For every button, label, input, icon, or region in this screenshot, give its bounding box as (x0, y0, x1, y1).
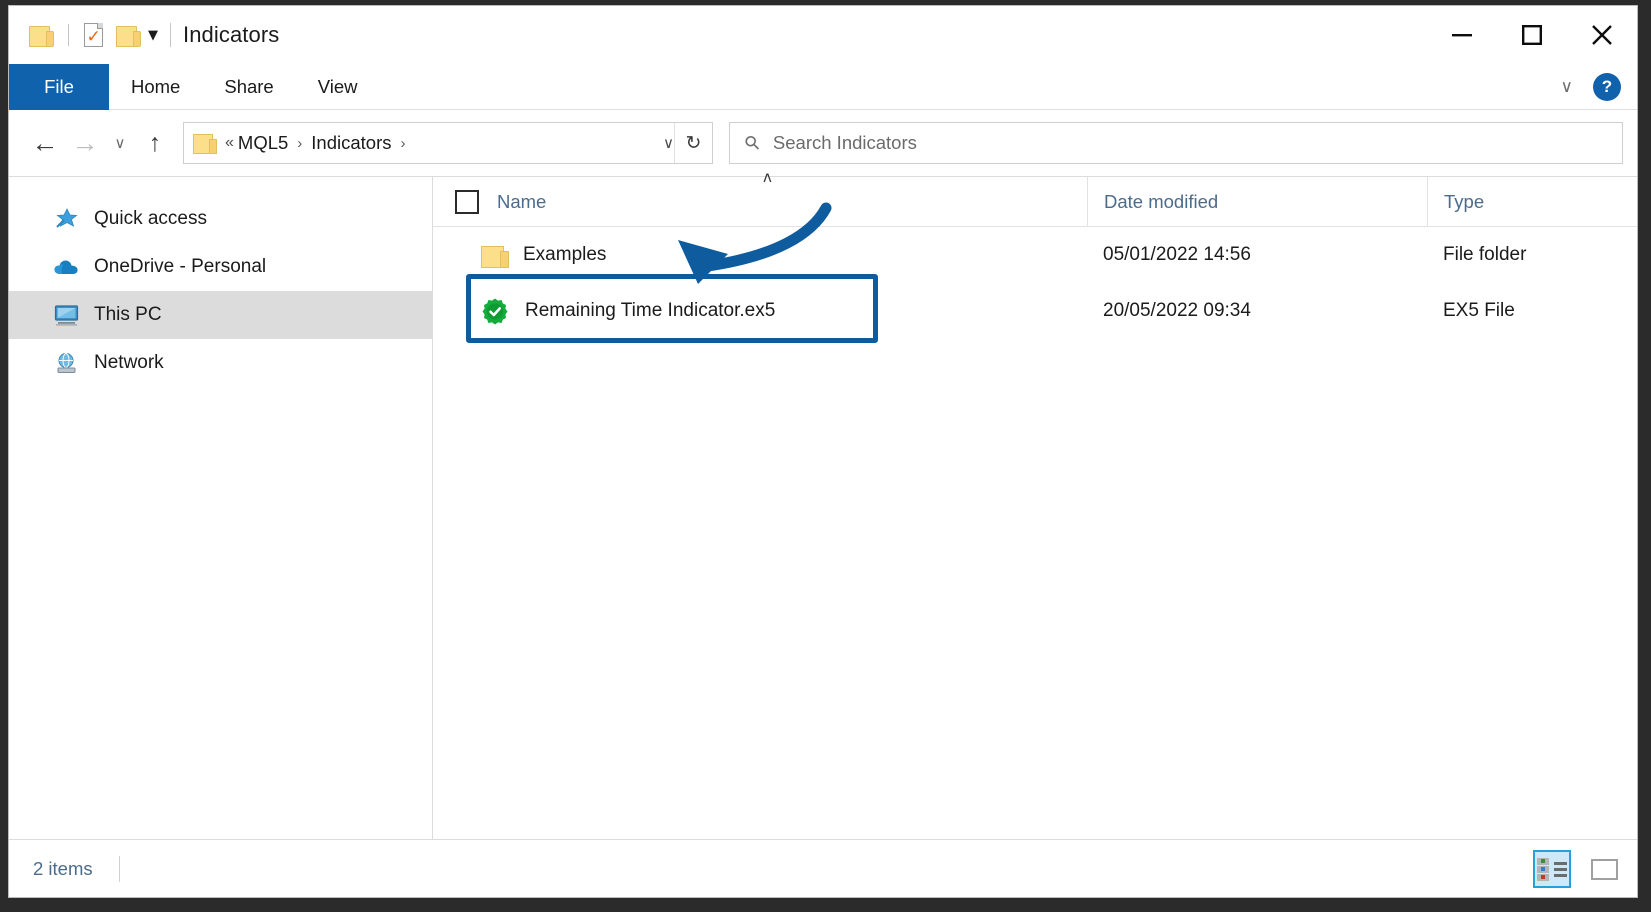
view-toggle-buttons (1533, 840, 1623, 898)
ex5-gear-check-icon (481, 297, 509, 325)
breadcrumb-dropdown-icon[interactable]: ∨ (663, 123, 674, 163)
column-header-type[interactable]: Type (1427, 177, 1637, 227)
file-rows: Examples 05/01/2022 14:56 File folder (433, 227, 1637, 839)
back-button[interactable]: ← (25, 123, 65, 163)
pin-icon (53, 207, 79, 231)
breadcrumb[interactable]: « MQL5 › Indicators › ∨ ↻ (183, 122, 713, 164)
file-list-pane: Name ʌ Date modified Type Examples (433, 177, 1637, 839)
title-bar: ✓ ▼ Indicators (9, 6, 1637, 64)
sidebar-item-label: Quick access (94, 208, 207, 230)
screenshot-root: ✓ ▼ Indicators (0, 0, 1651, 912)
folder-icon (481, 244, 507, 266)
maximize-button[interactable] (1497, 6, 1567, 64)
tab-file[interactable]: File (9, 64, 109, 110)
properties-icon[interactable]: ✓ (78, 18, 108, 52)
sidebar-item-this-pc[interactable]: This PC (9, 291, 432, 339)
breadcrumb-ellipsis[interactable]: « (225, 134, 238, 152)
window-title: Indicators (183, 22, 279, 48)
breadcrumb-item-mql5[interactable]: MQL5 (238, 132, 288, 154)
file-date-cell: 20/05/2022 09:34 (1087, 300, 1427, 322)
qat-divider-1 (68, 24, 69, 46)
file-name-label: Remaining Time Indicator.ex5 (525, 300, 775, 322)
folder-icon[interactable] (25, 18, 55, 52)
navigation-pane: Quick access OneDrive - Personal (9, 177, 433, 839)
window-controls (1427, 6, 1637, 64)
ribbon-tabs: File Home Share View ∨ ? (9, 64, 1637, 110)
minimize-button[interactable] (1427, 6, 1497, 64)
chevron-down-icon[interactable]: ∨ (1555, 77, 1579, 97)
search-box[interactable]: ⚲ Search Indicators (729, 122, 1623, 164)
select-all-checkbox[interactable] (455, 190, 479, 214)
cloud-icon (53, 255, 79, 279)
computer-icon (53, 303, 79, 327)
sidebar-item-network[interactable]: Network (9, 339, 432, 387)
address-bar: ← → ∨ ↑ « MQL5 › Indicators › ∨ ↻ ⚲ Sear… (9, 110, 1637, 176)
details-view-button[interactable] (1533, 850, 1571, 888)
details-view-icon (1537, 858, 1567, 881)
sidebar-item-quick-access[interactable]: Quick access (9, 195, 432, 243)
column-headers: Name ʌ Date modified Type (433, 177, 1637, 227)
status-bar: 2 items (9, 839, 1637, 897)
file-name-cell: Remaining Time Indicator.ex5 (433, 297, 1087, 325)
network-icon (53, 351, 79, 375)
ribbon-right-controls: ∨ ? (1555, 64, 1629, 110)
recent-locations-icon[interactable]: ∨ (105, 123, 135, 163)
tab-home[interactable]: Home (109, 64, 202, 110)
title-divider (170, 23, 171, 47)
close-button[interactable] (1567, 6, 1637, 64)
status-divider (119, 856, 120, 882)
file-type-cell: EX5 File (1427, 300, 1637, 322)
large-icons-view-button[interactable] (1585, 850, 1623, 888)
new-folder-icon[interactable] (112, 18, 142, 52)
sort-ascending-icon: ʌ (763, 168, 772, 186)
column-header-type-label: Type (1444, 191, 1484, 213)
column-header-date-label: Date modified (1104, 191, 1218, 213)
up-button[interactable]: ↑ (135, 123, 175, 163)
table-row[interactable]: Examples 05/01/2022 14:56 File folder (433, 227, 1637, 283)
thumbnail-view-icon (1591, 859, 1618, 880)
breadcrumb-sep-2[interactable]: › (392, 135, 415, 152)
file-explorer-window: ✓ ▼ Indicators (8, 5, 1638, 898)
explorer-body: Quick access OneDrive - Personal (9, 176, 1637, 839)
column-header-name-label: Name (497, 191, 546, 213)
customize-qat-caret-icon[interactable]: ▼ (148, 29, 158, 42)
sidebar-item-label: OneDrive - Personal (94, 256, 266, 278)
breadcrumb-item-indicators[interactable]: Indicators (311, 132, 391, 154)
column-header-date-modified[interactable]: Date modified (1087, 177, 1427, 227)
forward-button[interactable]: → (65, 123, 105, 163)
quick-access-toolbar: ✓ ▼ (9, 18, 160, 52)
tab-share[interactable]: Share (202, 64, 295, 110)
file-date-cell: 05/01/2022 14:56 (1087, 244, 1427, 266)
file-name-cell: Examples (433, 244, 1087, 266)
help-button[interactable]: ? (1593, 73, 1621, 101)
file-name-label: Examples (523, 244, 606, 266)
column-header-name[interactable]: Name ʌ (433, 177, 1087, 227)
refresh-button[interactable]: ↻ (674, 123, 712, 163)
search-icon: ⚲ (740, 130, 766, 156)
sidebar-item-label: This PC (94, 304, 162, 326)
tab-view[interactable]: View (296, 64, 380, 110)
breadcrumb-folder-icon (193, 133, 215, 153)
sidebar-item-label: Network (94, 352, 164, 374)
sidebar-item-onedrive[interactable]: OneDrive - Personal (9, 243, 432, 291)
table-row[interactable]: Remaining Time Indicator.ex5 20/05/2022 … (433, 283, 1637, 339)
breadcrumb-sep-1[interactable]: › (288, 135, 311, 152)
item-count-label: 2 items (33, 858, 93, 880)
search-placeholder: Search Indicators (773, 132, 917, 154)
file-type-cell: File folder (1427, 244, 1637, 266)
